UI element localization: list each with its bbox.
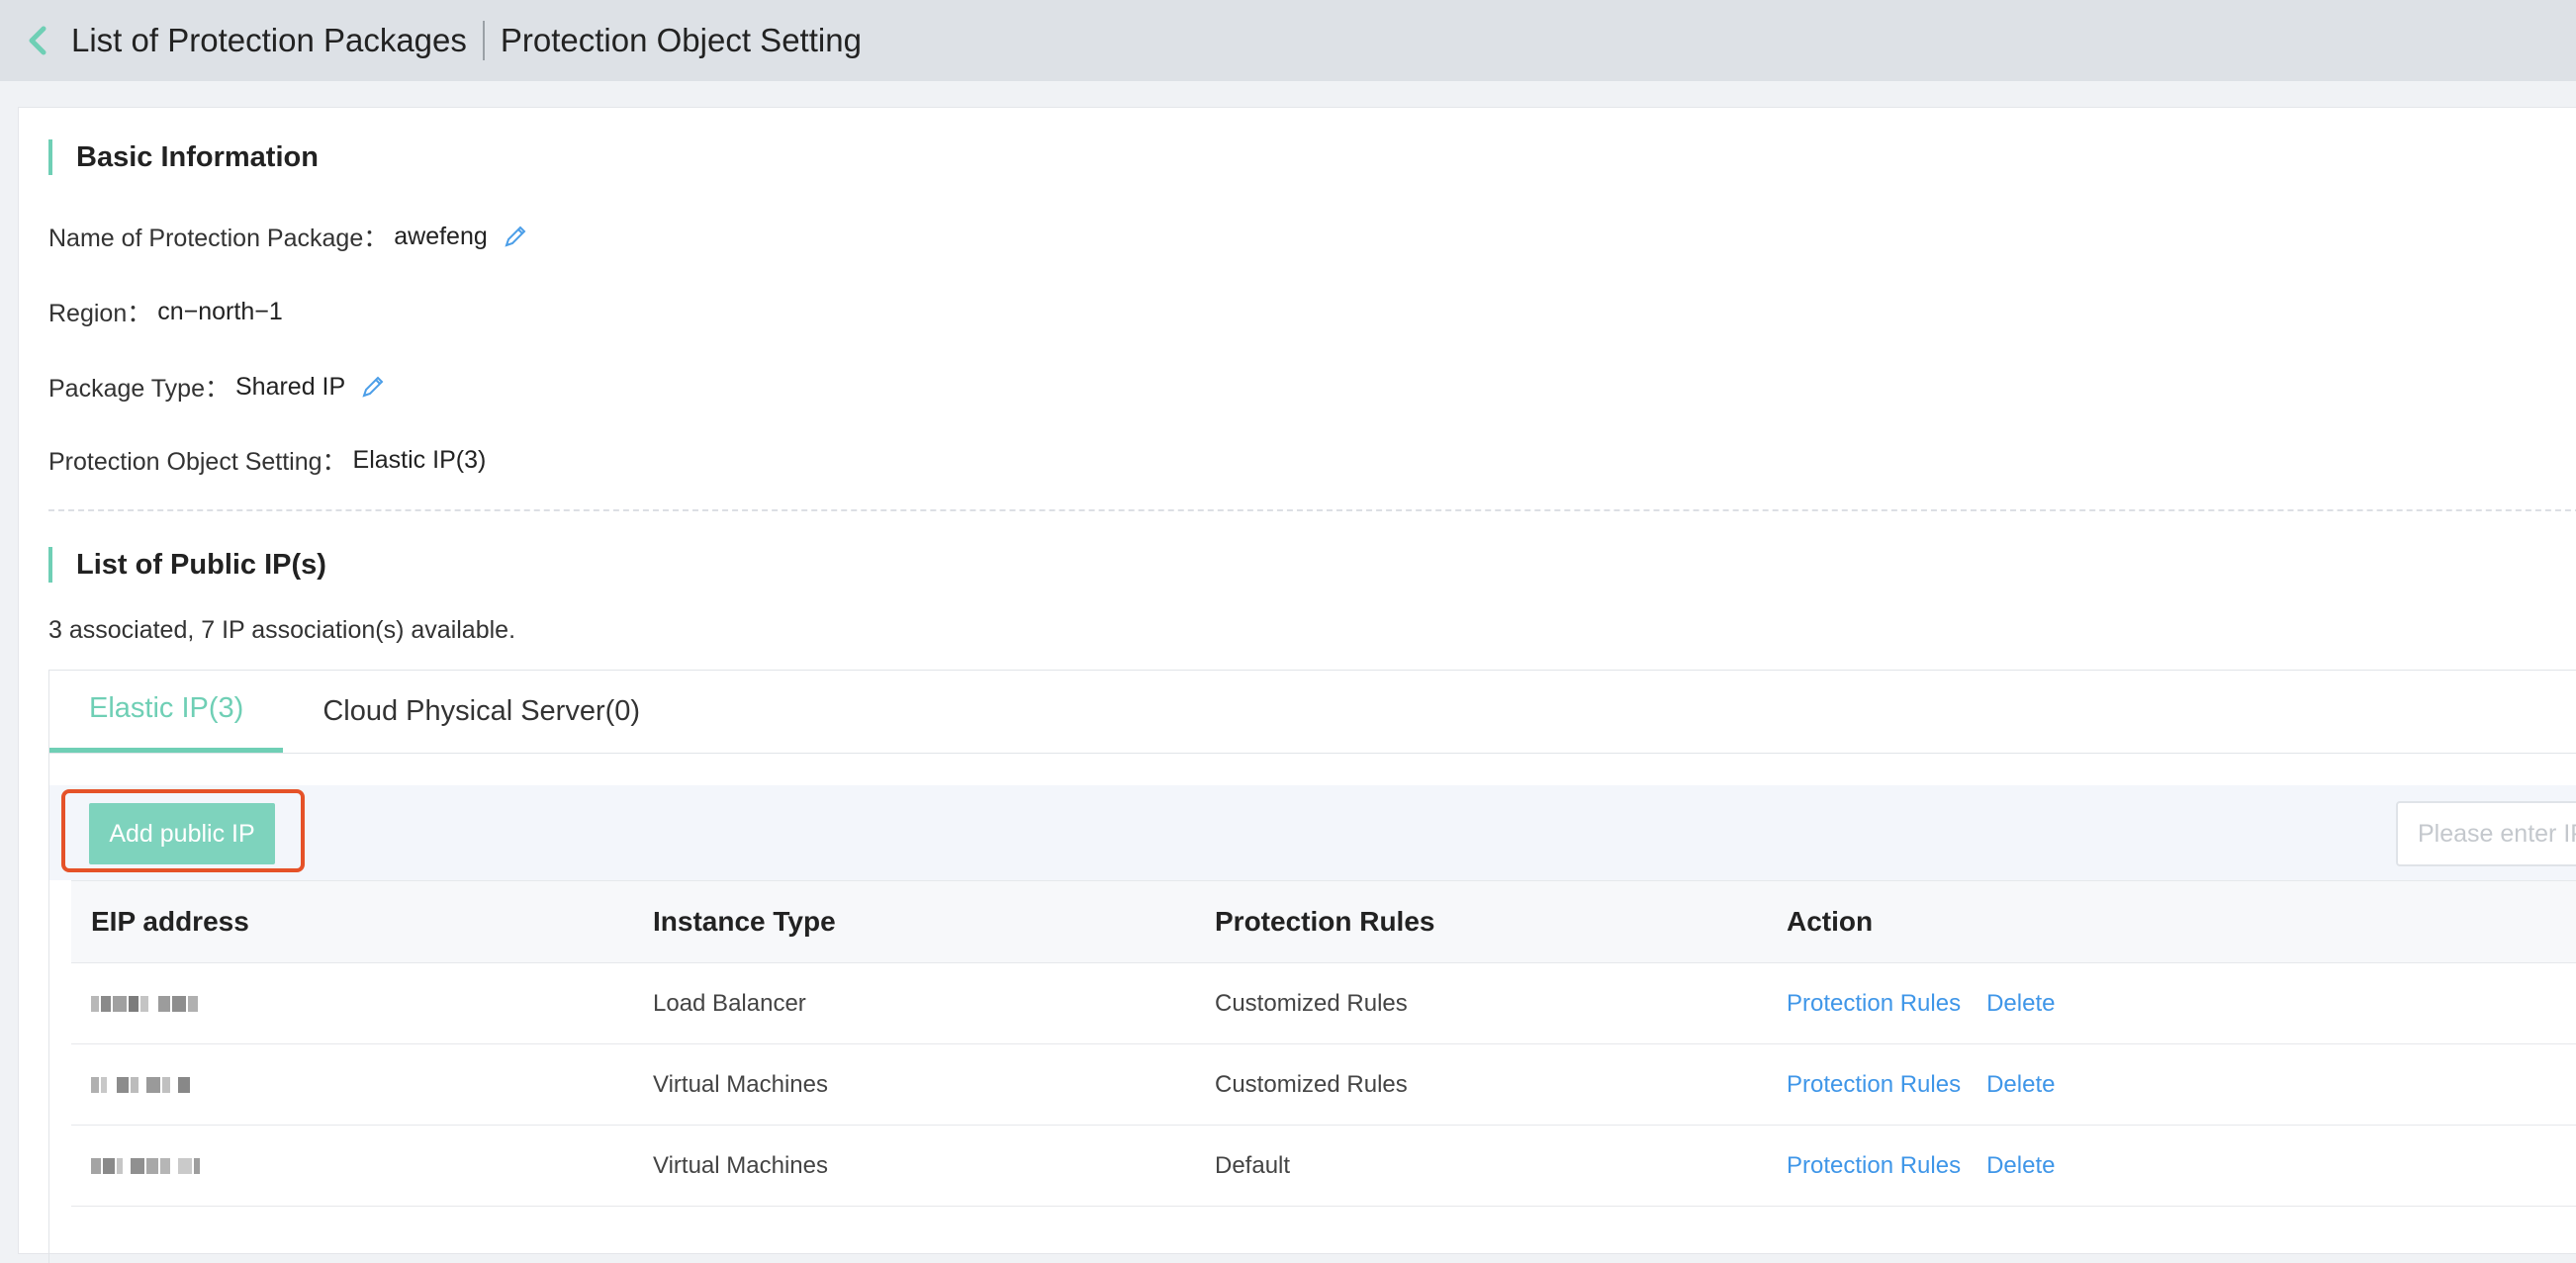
public-ip-section-title: List of Public IP(s): [48, 547, 326, 583]
section-accent-bar: [48, 139, 52, 175]
association-summary-text: 3 associated, 7 IP association(s) availa…: [48, 616, 516, 644]
edit-pencil-icon[interactable]: [359, 373, 387, 401]
package-name-label: Name of Protection Package：: [48, 225, 389, 252]
chevron-left-icon[interactable]: [28, 24, 51, 57]
package-name-row: Name of Protection Package： awefeng: [48, 219, 529, 254]
basic-info-section-title: Basic Information: [48, 139, 319, 175]
package-name-value: awefeng: [394, 222, 488, 250]
ip-tabs-panel: Elastic IP(3) Cloud Physical Server(0) A…: [48, 670, 2576, 1263]
edit-pencil-icon[interactable]: [502, 223, 529, 250]
package-type-value: Shared IP: [234, 372, 346, 401]
blurred-eip-address: [91, 994, 200, 1014]
region-row: Region： cn−north−1: [48, 294, 283, 329]
protection-object-label: Protection Object Setting：: [48, 448, 347, 476]
instance-type-cell: Load Balancer: [653, 989, 806, 1017]
blurred-eip-address: [91, 1075, 192, 1095]
tab-elastic-ip[interactable]: Elastic IP(3): [49, 670, 284, 753]
protection-rules-link[interactable]: Protection Rules: [1787, 1071, 1961, 1098]
association-summary: 3 associated, 7 IP association(s) availa…: [48, 616, 515, 645]
protection-rules-cell: Customized Rules: [1215, 1070, 1408, 1098]
page-header: List of Protection Packages Protection O…: [0, 0, 2576, 81]
package-type-label: Package Type：: [48, 375, 230, 403]
section-divider: [48, 509, 2576, 511]
region-value: cn−north−1: [157, 297, 283, 325]
delete-link[interactable]: Delete: [1986, 990, 2055, 1017]
tab-cloud-physical-server[interactable]: Cloud Physical Server(0): [283, 670, 680, 753]
content-card: Basic Information Name of Protection Pac…: [18, 107, 2576, 1263]
action-cell: Protection Rules Delete: [1787, 1071, 2055, 1099]
package-type-row: Package Type： Shared IP: [48, 369, 387, 405]
protection-object-value: Elastic IP(3): [352, 445, 487, 474]
page-title: Protection Object Setting: [500, 22, 862, 58]
column-header-protection-rules: Protection Rules: [1215, 906, 1435, 937]
delete-link[interactable]: Delete: [1986, 1071, 2055, 1098]
instance-type-cell: Virtual Machines: [653, 1151, 828, 1179]
breadcrumb-back-link[interactable]: List of Protection Packages: [71, 22, 467, 59]
table-toolbar: Add public IP: [49, 785, 2576, 880]
action-cell: Protection Rules Delete: [1787, 990, 2055, 1018]
basic-info-title: Basic Information: [76, 140, 319, 173]
column-header-eip: EIP address: [91, 906, 249, 937]
action-cell: Protection Rules Delete: [1787, 1152, 2055, 1180]
instance-type-cell: Virtual Machines: [653, 1070, 828, 1098]
protection-rules-link[interactable]: Protection Rules: [1787, 990, 1961, 1017]
breadcrumb-separator: [482, 21, 485, 60]
column-header-instance-type: Instance Type: [653, 906, 836, 937]
ip-search-input[interactable]: [2396, 801, 2576, 866]
table-row: Virtual Machines Customized Rules Protec…: [71, 1044, 2576, 1126]
delete-link[interactable]: Delete: [1986, 1152, 2055, 1179]
column-header-action: Action: [1787, 906, 1874, 937]
public-ip-title: List of Public IP(s): [76, 548, 326, 581]
protection-rules-cell: Customized Rules: [1215, 989, 1408, 1017]
region-label: Region：: [48, 300, 152, 327]
protection-object-row: Protection Object Setting： Elastic IP(3): [48, 442, 486, 478]
table-row: Load Balancer Customized Rules Protectio…: [71, 963, 2576, 1044]
protection-rules-link[interactable]: Protection Rules: [1787, 1152, 1961, 1179]
section-accent-bar: [48, 547, 52, 583]
table-header: EIP address Instance Type Protection Rul…: [71, 880, 2576, 963]
tab-bar: Elastic IP(3) Cloud Physical Server(0): [49, 671, 2576, 754]
eip-table: EIP address Instance Type Protection Rul…: [71, 880, 2576, 1207]
blurred-eip-address: [91, 1156, 202, 1176]
protection-rules-cell: Default: [1215, 1151, 1291, 1179]
add-public-ip-button[interactable]: Add public IP: [89, 803, 275, 864]
table-row: Virtual Machines Default Protection Rule…: [71, 1126, 2576, 1207]
